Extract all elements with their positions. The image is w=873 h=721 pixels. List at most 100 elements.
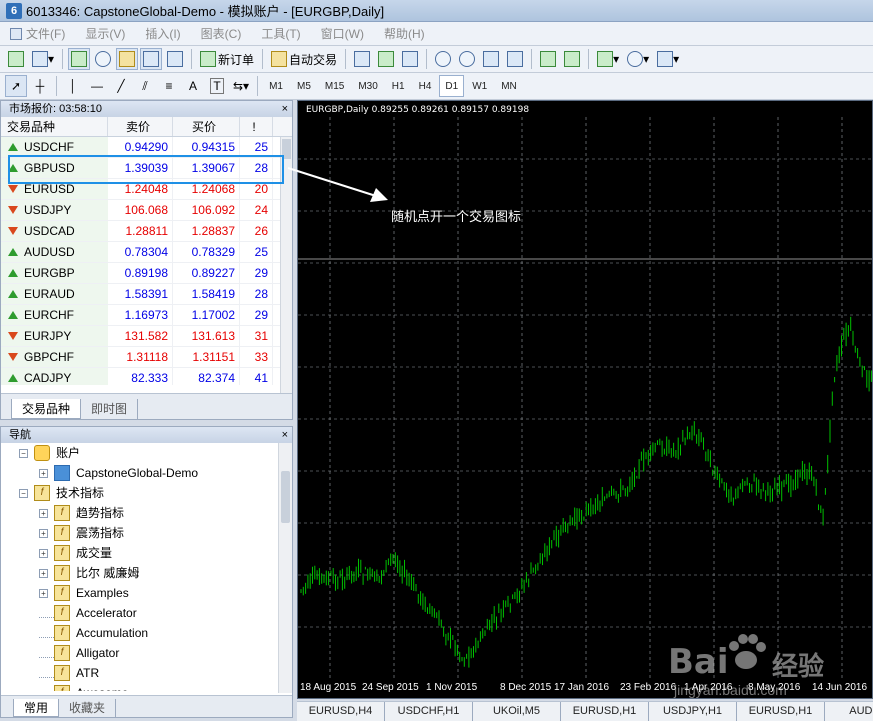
column-spread[interactable]: !: [240, 117, 273, 136]
tab-symbols[interactable]: 交易品种: [11, 399, 82, 419]
tab-tick-chart[interactable]: 即时图: [81, 399, 139, 419]
tab-common[interactable]: 常用: [13, 699, 60, 717]
column-bid[interactable]: 卖价: [108, 117, 173, 136]
expander-icon[interactable]: −: [19, 448, 28, 458]
market-watch-row[interactable]: USDCAD 1.28811 1.28837 26: [1, 221, 292, 242]
timeframe-h4[interactable]: H4: [413, 75, 438, 97]
terminal-toggle[interactable]: [140, 48, 163, 70]
bar-chart-button[interactable]: [351, 48, 373, 70]
vertical-line-tool[interactable]: │: [62, 75, 84, 97]
expander-icon[interactable]: −: [19, 488, 28, 498]
navigator-item-label: 成交量: [76, 546, 113, 560]
auto-scroll-button[interactable]: [537, 48, 559, 70]
menu-help[interactable]: 帮助(H): [374, 25, 435, 42]
timeframe-mn[interactable]: MN: [495, 75, 523, 97]
column-symbol[interactable]: 交易品种: [1, 117, 108, 136]
spread-cell: 28: [240, 284, 273, 304]
zoom-out-button[interactable]: [456, 48, 478, 70]
strategy-tester-button[interactable]: [164, 48, 186, 70]
chart-end-button[interactable]: [561, 48, 583, 70]
navigator-item[interactable]: + f 比尔 威廉姆: [1, 563, 292, 583]
chart-tab[interactable]: USDCHF,H1: [385, 702, 473, 721]
navigator-item[interactable]: − f 技术指标: [1, 483, 292, 503]
chart-tab[interactable]: UKOil,M5: [473, 702, 561, 721]
menu-view[interactable]: 显示(V): [75, 25, 135, 42]
expander-icon[interactable]: +: [39, 508, 48, 518]
text-tool[interactable]: A: [182, 75, 204, 97]
menu-window[interactable]: 窗口(W): [311, 25, 374, 42]
label-tool[interactable]: T: [206, 75, 228, 97]
market-watch-row[interactable]: CADJPY 82.333 82.374 41: [1, 368, 292, 385]
arrows-tool[interactable]: ⇆▾: [230, 75, 252, 97]
timeframe-m15[interactable]: M15: [319, 75, 350, 97]
market-watch-row[interactable]: EURCHF 1.16973 1.17002 29: [1, 305, 292, 326]
chart-shift-button[interactable]: [504, 48, 526, 70]
cursor-tool[interactable]: ➚: [5, 75, 27, 97]
market-watch-toggle[interactable]: [68, 48, 91, 70]
ask-cell: 82.374: [173, 368, 240, 385]
navigator-item[interactable]: + f 震荡指标: [1, 523, 292, 543]
tab-favorites[interactable]: 收藏夹: [59, 699, 117, 717]
menu-tools[interactable]: 工具(T): [251, 25, 310, 42]
column-ask[interactable]: 买价: [173, 117, 240, 136]
timeframe-d1[interactable]: D1: [439, 75, 465, 97]
tile-windows-button[interactable]: [480, 48, 502, 70]
expander-icon[interactable]: +: [39, 528, 48, 538]
navigator-item[interactable]: + f 成交量: [1, 543, 292, 563]
scrollbar-thumb[interactable]: [281, 471, 290, 523]
market-watch-row[interactable]: AUDUSD 0.78304 0.78329 25: [1, 242, 292, 263]
close-icon[interactable]: ×: [282, 101, 288, 117]
menu-insert[interactable]: 插入(I): [135, 25, 190, 42]
chart-end-icon: [564, 51, 581, 67]
menu-file[interactable]: 文件(F): [0, 25, 75, 42]
timeframe-h1[interactable]: H1: [386, 75, 411, 97]
spread-cell: 29: [240, 305, 273, 325]
navigator-item[interactable]: + CapstoneGlobal-Demo: [1, 463, 292, 483]
navigator-item[interactable]: f Accelerator: [1, 603, 292, 623]
market-watch-row[interactable]: EURAUD 1.58391 1.58419 28: [1, 284, 292, 305]
line-chart-button[interactable]: [399, 48, 421, 70]
chart-tab[interactable]: EURUSD,H4: [297, 702, 385, 721]
fibonacci-tool[interactable]: ≡: [158, 75, 180, 97]
timeframe-m1[interactable]: M1: [263, 75, 289, 97]
menu-charts[interactable]: 图表(C): [191, 25, 252, 42]
indicators-button[interactable]: ▾: [594, 48, 622, 70]
new-order-button[interactable]: 新订单: [197, 48, 257, 70]
navigator-item[interactable]: f Awesome: [1, 683, 292, 691]
zoom-in-button[interactable]: [432, 48, 454, 70]
expander-icon[interactable]: +: [39, 548, 48, 558]
navigator-item[interactable]: f Alligator: [1, 643, 292, 663]
market-watch-row[interactable]: GBPCHF 1.31118 1.31151 33: [1, 347, 292, 368]
navigator-item[interactable]: f Accumulation: [1, 623, 292, 643]
navigator-item[interactable]: f ATR: [1, 663, 292, 683]
navigator-toggle[interactable]: [116, 48, 139, 70]
channel-tool[interactable]: ⫽: [134, 75, 156, 97]
new-chart-button[interactable]: [5, 48, 27, 70]
navigator-item[interactable]: − 账户: [1, 443, 292, 463]
ask-cell: 0.78329: [173, 242, 240, 262]
market-watch-row[interactable]: EURGBP 0.89198 0.89227 29: [1, 263, 292, 284]
timeframe-m30[interactable]: M30: [352, 75, 383, 97]
navigator-item[interactable]: + f 趋势指标: [1, 503, 292, 523]
timeframe-w1[interactable]: W1: [466, 75, 493, 97]
market-watch-row[interactable]: EURJPY 131.582 131.613 31: [1, 326, 292, 347]
close-icon[interactable]: ×: [282, 427, 288, 443]
expander-icon[interactable]: +: [39, 568, 48, 578]
templates-button[interactable]: ▾: [654, 48, 682, 70]
trendline-tool[interactable]: ╱: [110, 75, 132, 97]
expander-icon[interactable]: +: [39, 588, 48, 598]
candlestick-button[interactable]: [375, 48, 397, 70]
expander-icon[interactable]: +: [39, 468, 48, 478]
crosshair-tool[interactable]: ┼: [29, 75, 51, 97]
horizontal-line-tool[interactable]: —: [86, 75, 108, 97]
chart-tab[interactable]: EURUSD,H1: [561, 702, 649, 721]
data-window-button[interactable]: [92, 48, 114, 70]
profiles-button[interactable]: ▾: [29, 48, 57, 70]
navigator-item[interactable]: + f Examples: [1, 583, 292, 603]
market-watch-row[interactable]: USDJPY 106.068 106.092 24: [1, 200, 292, 221]
timeframe-m5[interactable]: M5: [291, 75, 317, 97]
periods-button[interactable]: ▾: [624, 48, 652, 70]
navigator-scrollbar[interactable]: [278, 443, 292, 693]
auto-trading-button[interactable]: 自动交易: [268, 48, 340, 70]
market-watch-tabs: 交易品种 即时图: [1, 393, 292, 419]
